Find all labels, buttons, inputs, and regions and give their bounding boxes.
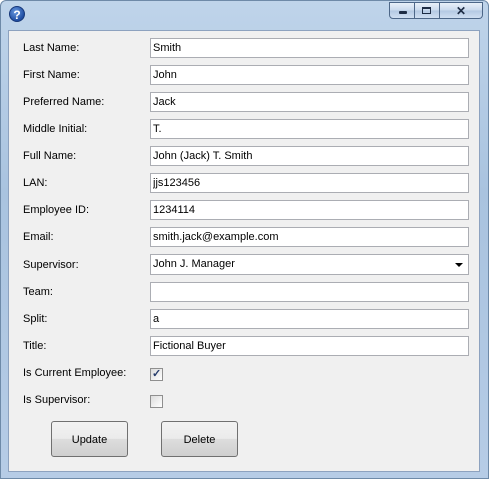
title-bar[interactable]: ? ✕ [1, 1, 488, 25]
minimize-icon [399, 11, 407, 14]
email-label: Email: [23, 231, 54, 243]
preferred-name-field[interactable] [150, 92, 469, 112]
help-icon[interactable]: ? [9, 6, 25, 22]
team-field[interactable] [150, 282, 469, 302]
update-button[interactable]: Update [51, 421, 128, 457]
last-name-label: Last Name: [23, 42, 80, 54]
employee-id-label: Employee ID: [23, 204, 90, 216]
title-label: Title: [23, 340, 47, 352]
first-name-label: First Name: [23, 69, 80, 81]
close-icon: ✕ [456, 4, 467, 18]
checkmark-icon: ✓ [152, 368, 162, 380]
close-button[interactable]: ✕ [440, 2, 483, 19]
first-name-field[interactable] [150, 65, 469, 85]
middle-initial-field[interactable] [150, 119, 469, 139]
lan-label: LAN: [23, 177, 48, 189]
title-field[interactable] [150, 336, 469, 356]
last-name-field[interactable] [150, 38, 469, 58]
team-label: Team: [23, 286, 53, 298]
is-current-employee-label: Is Current Employee: [23, 367, 127, 379]
lan-field[interactable] [150, 173, 469, 193]
middle-initial-label: Middle Initial: [23, 123, 88, 135]
chevron-down-icon[interactable] [455, 263, 463, 267]
is-supervisor-checkbox[interactable] [150, 395, 163, 408]
delete-button[interactable]: Delete [161, 421, 238, 457]
window-controls: ✕ [389, 2, 483, 20]
is-supervisor-label: Is Supervisor: [23, 394, 91, 406]
is-current-employee-checkbox[interactable]: ✓ [150, 368, 163, 381]
maximize-icon [422, 7, 431, 14]
preferred-name-label: Preferred Name: [23, 96, 105, 108]
form-window: ? ✕ Last Name: First Name: Preferred Nam… [0, 0, 489, 479]
maximize-button[interactable] [415, 2, 440, 19]
supervisor-select[interactable]: John J. Manager [150, 254, 469, 275]
split-field[interactable] [150, 309, 469, 329]
supervisor-label: Supervisor: [23, 259, 79, 271]
supervisor-selected-value: John J. Manager [153, 258, 235, 270]
form-body: Last Name: First Name: Preferred Name: M… [8, 30, 480, 472]
employee-id-field[interactable] [150, 200, 469, 220]
minimize-button[interactable] [389, 2, 415, 19]
email-field[interactable] [150, 227, 469, 247]
full-name-label: Full Name: [23, 150, 77, 162]
split-label: Split: [23, 313, 48, 325]
full-name-field[interactable] [150, 146, 469, 166]
